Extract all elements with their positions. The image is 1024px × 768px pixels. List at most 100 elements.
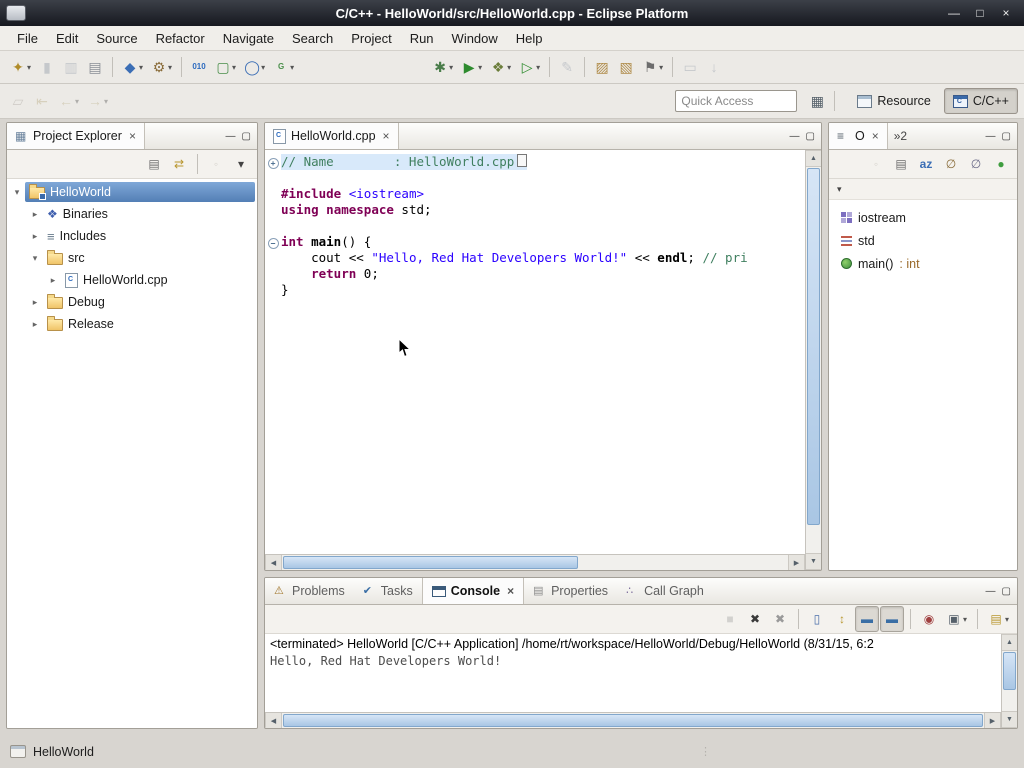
collapse-all-button[interactable]: ▤ — [142, 151, 166, 177]
outline-item-main[interactable]: main() : int — [833, 252, 1013, 275]
tree-item-debug[interactable]: ▸Debug — [7, 291, 257, 313]
show-stdout-button[interactable]: ▬ — [855, 606, 879, 632]
fold-minus-icon[interactable]: − — [265, 234, 281, 250]
tab-call-graph[interactable]: Call Graph — [617, 578, 713, 604]
code-line-4[interactable]: using namespace std; — [265, 202, 805, 218]
scrollbar-thumb[interactable] — [1003, 652, 1016, 690]
print-button[interactable]: ▤ — [83, 54, 107, 80]
editor-horizontal-scrollbar[interactable]: ◀ ▶ — [265, 554, 805, 570]
show-stderr-button[interactable]: ▬ — [880, 606, 904, 632]
view-menu-icon[interactable]: ▾ — [837, 184, 842, 195]
pin-console-button[interactable]: ◉ — [917, 606, 941, 632]
tab-problems[interactable]: Problems — [265, 578, 354, 604]
editor-vertical-scrollbar[interactable]: ▲ ▼ — [805, 150, 821, 570]
chevron-collapsed-icon[interactable]: ▸ — [27, 297, 43, 308]
open-console-button[interactable]: ▤▾ — [984, 606, 1013, 632]
maximize-view-button[interactable]: ▢ — [1002, 131, 1011, 142]
tab-overflow-chevron[interactable]: »2 — [888, 123, 913, 149]
scroll-lock-button[interactable]: ↕ — [830, 606, 854, 632]
tree-item-src[interactable]: ▾src — [7, 247, 257, 269]
new-class-button[interactable]: ◯▾ — [240, 54, 269, 80]
chevron-collapsed-icon[interactable]: ▸ — [27, 231, 43, 242]
search-button[interactable]: ⚑▾ — [638, 54, 667, 80]
minimize-view-button[interactable]: — — [986, 586, 996, 597]
outline-item-std[interactable]: std — [833, 229, 1013, 252]
console-vertical-scrollbar[interactable]: ▲ ▼ — [1001, 634, 1017, 728]
scrollbar-track[interactable] — [1002, 651, 1017, 711]
code-line-9[interactable]: } — [265, 282, 805, 298]
code-line-1[interactable]: +// Name : HelloWorld.cpp — [265, 154, 805, 170]
quick-access-input[interactable] — [675, 90, 797, 112]
menu-help[interactable]: Help — [507, 28, 552, 49]
scrollbar-thumb[interactable] — [283, 556, 578, 569]
close-icon[interactable]: × — [872, 129, 879, 143]
tab-properties[interactable]: Properties — [524, 578, 617, 604]
new-cpp-project-button[interactable]: ◆▾ — [118, 54, 147, 80]
tree-item-helloworld[interactable]: ▾HelloWorld — [7, 181, 257, 203]
open-type-button[interactable]: ▧ — [614, 54, 638, 80]
external-tools-button[interactable]: ✱▾ — [428, 54, 457, 80]
tree-item-binaries[interactable]: ▸Binaries — [7, 203, 257, 225]
code-analysis-button[interactable]: G▾ — [269, 54, 298, 80]
minimize-view-button[interactable]: — — [226, 131, 236, 142]
debug-binary-button[interactable]: 010 — [187, 54, 211, 80]
menu-refactor[interactable]: Refactor — [147, 28, 214, 49]
scrollbar-track[interactable] — [806, 167, 821, 553]
tab-console[interactable]: Console× — [422, 578, 524, 604]
close-icon[interactable]: × — [129, 129, 136, 143]
menu-edit[interactable]: Edit — [47, 28, 87, 49]
run-button[interactable]: ▶▾ — [457, 54, 486, 80]
scroll-down-icon[interactable]: ▼ — [1002, 711, 1017, 728]
scroll-up-icon[interactable]: ▲ — [1002, 634, 1017, 651]
close-button[interactable]: × — [998, 6, 1014, 20]
code-line-7[interactable]: cout << "Hello, Red Hat Developers World… — [265, 250, 805, 266]
collapse-all-button[interactable]: ▤ — [889, 151, 913, 177]
code-line-6[interactable]: −int main() { — [265, 234, 805, 250]
scroll-up-icon[interactable]: ▲ — [806, 150, 821, 167]
maximize-view-button[interactable]: ▢ — [806, 131, 815, 142]
chevron-expanded-icon[interactable]: ▾ — [9, 187, 25, 198]
scrollbar-track[interactable] — [282, 713, 984, 728]
tab-tasks[interactable]: Tasks — [354, 578, 422, 604]
menu-project[interactable]: Project — [342, 28, 400, 49]
outline-item-iostream[interactable]: iostream — [833, 206, 1013, 229]
scrollbar-thumb[interactable] — [807, 168, 820, 525]
chevron-collapsed-icon[interactable]: ▸ — [45, 275, 61, 286]
menu-run[interactable]: Run — [401, 28, 443, 49]
clear-console-button[interactable]: ▯ — [805, 606, 829, 632]
minimize-view-button[interactable]: — — [790, 131, 800, 142]
fold-plus-icon[interactable]: + — [265, 154, 281, 170]
tree-item-release[interactable]: ▸Release — [7, 313, 257, 335]
maximize-button[interactable]: □ — [972, 6, 988, 20]
open-element-button[interactable]: ▨ — [590, 54, 614, 80]
scrollbar-thumb[interactable] — [283, 714, 983, 727]
chevron-collapsed-icon[interactable]: ▸ — [27, 319, 43, 330]
sort-button[interactable]: az — [914, 151, 938, 177]
menu-file[interactable]: File — [8, 28, 47, 49]
minimize-view-button[interactable]: — — [986, 131, 996, 142]
new-source-file-button[interactable]: ▢▾ — [211, 54, 240, 80]
scroll-right-icon[interactable]: ▶ — [984, 713, 1001, 728]
open-perspective-button[interactable]: ▦ — [805, 88, 829, 114]
tab-helloworld-cpp[interactable]: HelloWorld.cpp × — [265, 123, 399, 149]
code-area[interactable]: +// Name : HelloWorld.cpp#include <iostr… — [265, 150, 805, 554]
close-icon[interactable]: × — [507, 584, 514, 598]
link-with-editor-button[interactable]: ⇄ — [167, 151, 191, 177]
scroll-right-icon[interactable]: ▶ — [788, 555, 805, 570]
tab-outline[interactable]: O × — [829, 123, 888, 149]
scroll-down-icon[interactable]: ▼ — [806, 553, 821, 570]
new-wizard-button[interactable]: ✦▾ — [6, 54, 35, 80]
console-text-area[interactable]: <terminated> HelloWorld [C/C++ Applicati… — [265, 634, 1001, 712]
perspective-cpp-button[interactable]: C/C++ — [944, 88, 1018, 114]
maximize-view-button[interactable]: ▢ — [242, 131, 251, 142]
build-all-button[interactable]: ⚙▾ — [147, 54, 176, 80]
display-console-button[interactable]: ▣▾ — [942, 606, 971, 632]
link-with-editor-button[interactable]: ● — [989, 151, 1013, 177]
chevron-expanded-icon[interactable]: ▾ — [27, 253, 43, 264]
perspective-resource-button[interactable]: Resource — [848, 88, 940, 114]
scroll-left-icon[interactable]: ◀ — [265, 713, 282, 728]
maximize-view-button[interactable]: ▢ — [1002, 586, 1011, 597]
minimize-button[interactable]: — — [946, 6, 962, 20]
console-horizontal-scrollbar[interactable]: ◀ ▶ — [265, 712, 1001, 728]
tab-project-explorer[interactable]: Project Explorer × — [7, 123, 145, 149]
